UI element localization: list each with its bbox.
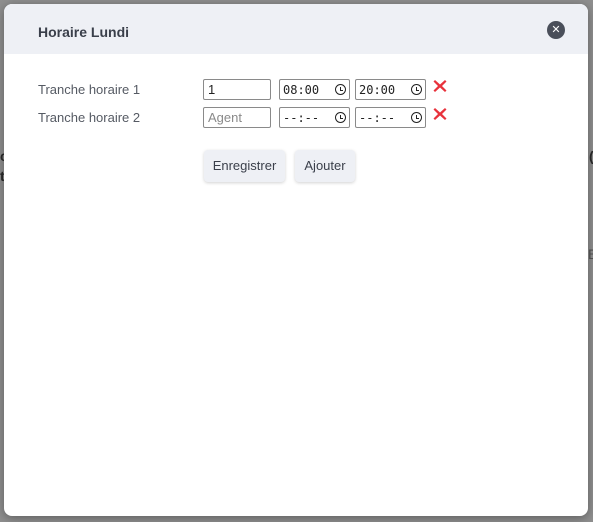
end-time-value: --:-- (359, 111, 396, 125)
clock-icon[interactable] (335, 112, 346, 123)
start-time-input[interactable]: 08:00 (279, 79, 350, 100)
backdrop-text: E (588, 246, 593, 262)
clock-icon[interactable] (335, 84, 346, 95)
start-time-value: 08:00 (283, 83, 320, 97)
time-slot-row-2: Tranche horaire 2 --:-- --:-- (4, 106, 588, 130)
agent-input[interactable] (203, 107, 271, 128)
close-icon[interactable]: ✕ (547, 21, 565, 39)
clock-icon[interactable] (411, 112, 422, 123)
delete-icon[interactable] (432, 78, 448, 94)
delete-icon[interactable] (432, 106, 448, 122)
time-slot-label: Tranche horaire 1 (38, 82, 141, 97)
start-time-input[interactable]: --:-- (279, 107, 350, 128)
save-button[interactable]: Enregistrer (204, 150, 285, 182)
agent-input[interactable] (203, 79, 271, 100)
clock-icon[interactable] (411, 84, 422, 95)
end-time-value: 20:00 (359, 83, 396, 97)
backdrop-text: ( (589, 148, 593, 164)
time-slot-label: Tranche horaire 2 (38, 110, 141, 125)
start-time-value: --:-- (283, 111, 320, 125)
add-button[interactable]: Ajouter (295, 150, 355, 182)
time-slot-row-1: Tranche horaire 1 08:00 20:00 (4, 78, 588, 102)
modal-header: Horaire Lundi ✕ (4, 4, 588, 54)
modal-title: Horaire Lundi (38, 24, 130, 40)
end-time-input[interactable]: 20:00 (355, 79, 426, 100)
end-time-input[interactable]: --:-- (355, 107, 426, 128)
schedule-modal: Horaire Lundi ✕ Tranche horaire 1 08:00 … (4, 4, 588, 516)
